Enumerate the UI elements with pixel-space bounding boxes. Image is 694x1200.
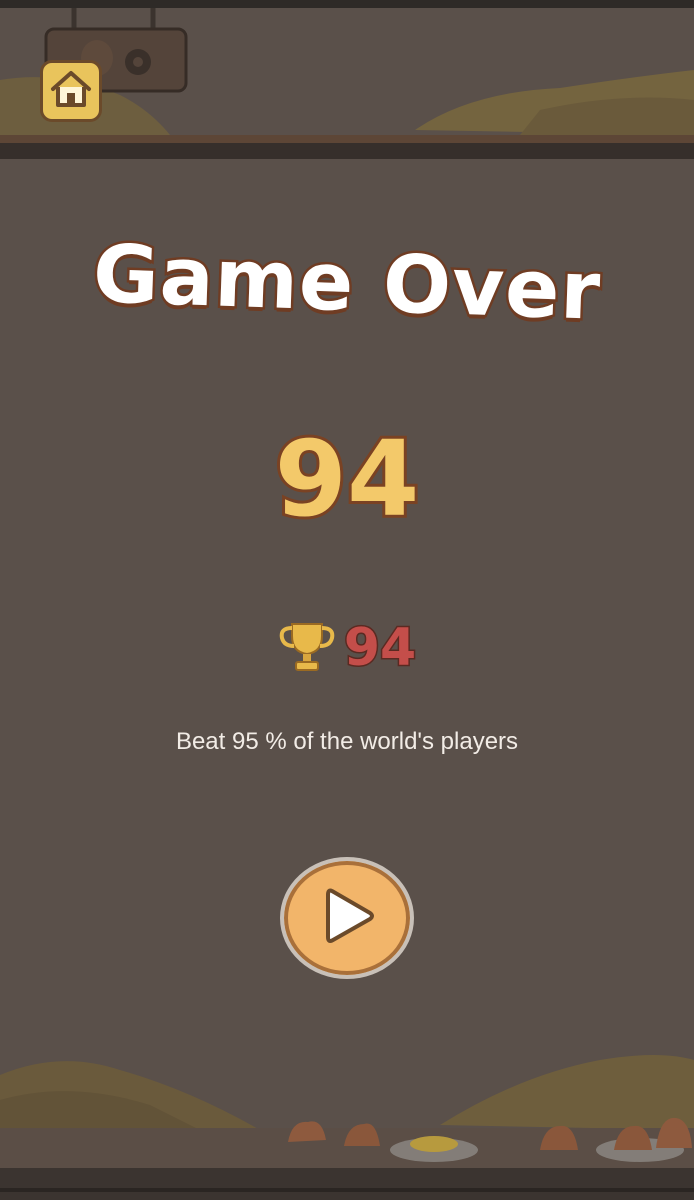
fried-egg-yolk (410, 1136, 458, 1152)
final-score: 94 (272, 415, 423, 543)
broken-eggshell (288, 1121, 326, 1142)
play-again-button[interactable] (280, 857, 414, 979)
best-score-row: 94 (0, 616, 694, 680)
ground (0, 1128, 694, 1168)
game-scene-background (0, 8, 694, 1200)
play-icon (312, 881, 382, 955)
ground-base (0, 1168, 694, 1200)
top-shelf (0, 143, 694, 159)
top-ledge (0, 135, 694, 143)
home-icon (49, 69, 93, 113)
bottom-right-hill (440, 1055, 694, 1130)
world-ranking-message: Beat 95 % of the world's players (175, 728, 519, 755)
best-score-value: 94 (342, 617, 417, 680)
broken-eggshell (344, 1123, 380, 1146)
home-button[interactable] (40, 60, 102, 122)
trophy-icon (278, 620, 336, 676)
